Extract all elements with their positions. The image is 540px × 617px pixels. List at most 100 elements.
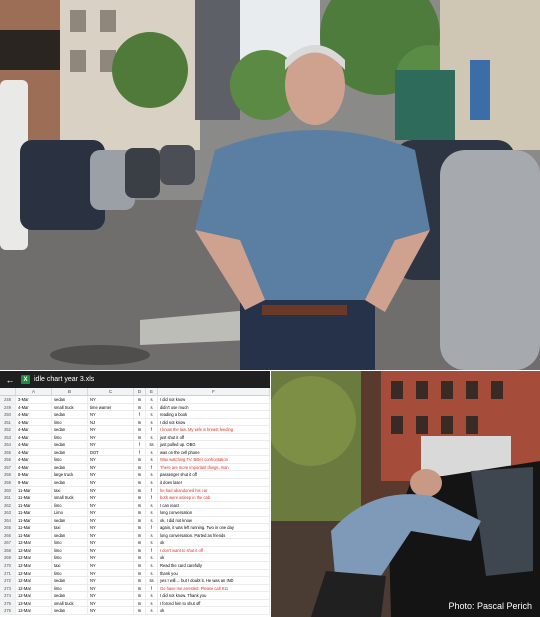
date-cell[interactable]: 9-Mar [16, 479, 52, 486]
plate-state-cell[interactable]: NY [88, 433, 134, 441]
table-row[interactable]: 266 11-Mar sedan NY m s long conversation. Par… [0, 531, 270, 540]
vehicle-type-cell[interactable]: sedan [52, 531, 88, 539]
comment-cell[interactable]: long conversation [158, 509, 270, 516]
plate-state-cell[interactable]: NY [88, 463, 134, 471]
outcome-cell[interactable]: s [146, 516, 158, 524]
vehicle-type-cell[interactable]: taxi [52, 486, 88, 494]
table-row[interactable]: 251 4-Mar limo NJ m s I did not know [0, 418, 270, 427]
date-cell[interactable]: 4-Mar [16, 411, 52, 418]
comment-cell[interactable]: thank you [158, 569, 270, 577]
comment-cell[interactable]: reading a book [158, 411, 270, 418]
outcome-cell[interactable]: f [146, 426, 158, 433]
date-cell[interactable]: 11-Mar [16, 494, 52, 501]
column-header-e[interactable]: E [146, 388, 158, 395]
row-number-cell[interactable]: 270 [0, 562, 16, 569]
vehicle-type-cell[interactable]: sedan [52, 463, 88, 471]
gender-cell[interactable]: m [134, 471, 146, 479]
plate-state-cell[interactable]: NY [88, 426, 134, 433]
date-cell[interactable]: 11-Mar [16, 524, 52, 531]
plate-state-cell[interactable]: NY [88, 577, 134, 584]
plate-state-cell[interactable]: NY [88, 479, 134, 486]
plate-state-cell[interactable]: NY [88, 539, 134, 546]
outcome-cell[interactable]: s [146, 531, 158, 539]
outcome-cell[interactable]: s [146, 554, 158, 562]
comment-cell[interactable]: just shut it off [158, 433, 270, 441]
column-header-a[interactable]: A [16, 388, 52, 395]
table-row[interactable]: 259 9-Mar sedan NY m s it does laser [0, 479, 270, 487]
date-cell[interactable]: 4-Mar [16, 418, 52, 426]
gender-cell[interactable]: m [134, 584, 146, 592]
vehicle-type-cell[interactable]: sedan [52, 479, 88, 486]
date-cell[interactable]: 4-Mar [16, 441, 52, 448]
outcome-cell[interactable]: s [146, 396, 158, 403]
outcome-cell[interactable]: ss [146, 441, 158, 448]
gender-cell[interactable]: m [134, 554, 146, 562]
comment-cell[interactable]: just pulled up. OBG [158, 441, 270, 448]
plate-state-cell[interactable]: NY [88, 562, 134, 569]
date-cell[interactable]: 12-Mar [16, 554, 52, 562]
gender-cell[interactable]: m [134, 546, 146, 554]
table-row[interactable]: 275 13-Mar small truck NY m s I forced him to … [0, 599, 270, 608]
date-cell[interactable]: 11-Mar [16, 509, 52, 516]
row-number-cell[interactable]: 264 [0, 516, 16, 524]
table-row[interactable]: 256 4-Mar limo NY m s Was watching TV. Bitter … [0, 456, 270, 464]
plate-state-cell[interactable]: NY [88, 441, 134, 448]
table-row[interactable]: 273 12-Mar limo NY m f Go have me arrested. Pl… [0, 584, 270, 593]
vehicle-type-cell[interactable]: limo [52, 546, 88, 554]
comment-cell[interactable]: I did not know [158, 418, 270, 426]
plate-state-cell[interactable]: NY [88, 569, 134, 577]
row-number-cell[interactable]: 253 [0, 433, 16, 441]
row-number-cell[interactable]: 259 [0, 479, 16, 486]
outcome-cell[interactable]: s [146, 479, 158, 486]
gender-cell[interactable]: m [134, 524, 146, 531]
row-number-cell[interactable]: 252 [0, 426, 16, 433]
outcome-cell[interactable]: s [146, 456, 158, 463]
table-row[interactable]: 248 3-Mar sedan NY m s I did not know [0, 396, 270, 404]
comment-cell[interactable]: ok [158, 607, 270, 614]
vehicle-type-cell[interactable]: sedan [52, 448, 88, 456]
row-number-cell[interactable]: 273 [0, 584, 16, 592]
vehicle-type-cell[interactable]: limo [52, 584, 88, 592]
gender-cell[interactable]: m [134, 426, 146, 433]
date-cell[interactable]: 11-Mar [16, 516, 52, 524]
vehicle-type-cell[interactable]: limo [52, 539, 88, 546]
table-row[interactable]: 267 12-Mar limo NY m s ok [0, 539, 270, 547]
row-number-cell[interactable]: 254 [0, 441, 16, 448]
outcome-cell[interactable]: s [146, 562, 158, 569]
date-cell[interactable]: 12-Mar [16, 562, 52, 569]
comment-cell[interactable]: I can react [158, 501, 270, 509]
table-row[interactable]: 272 12-Mar sedan NY m ss yes I will.... but I … [0, 577, 270, 585]
outcome-cell[interactable]: f [146, 494, 158, 501]
table-row[interactable]: 261 11-Mar small truck NY m f both were asleep… [0, 494, 270, 502]
comment-cell[interactable]: was on the cell phone [158, 448, 270, 456]
plate-state-cell[interactable]: NY [88, 592, 134, 599]
table-row[interactable]: 263 11-Mar Limo NY m s long conversation [0, 509, 270, 517]
vehicle-type-cell[interactable]: Limo [52, 509, 88, 516]
table-row[interactable]: 265 11-Mar taxi NY m f again, it was left runn… [0, 524, 270, 532]
date-cell[interactable]: 4-Mar [16, 456, 52, 463]
vehicle-type-cell[interactable]: sedan [52, 411, 88, 418]
table-row[interactable]: 270 12-Mar taxi NY m s Read the card carefully [0, 562, 270, 570]
plate-state-cell[interactable]: time warner [88, 403, 134, 411]
row-number-cell[interactable]: 260 [0, 486, 16, 494]
outcome-cell[interactable]: s [146, 592, 158, 599]
vehicle-type-cell[interactable]: sedan [52, 607, 88, 614]
table-row[interactable]: 249 4-Mar small truck time warner m s didn't u… [0, 403, 270, 412]
date-cell[interactable]: 4-Mar [16, 426, 52, 433]
table-row[interactable]: 269 12-Mar limo NY m s ok [0, 554, 270, 563]
outcome-cell[interactable]: f [146, 524, 158, 531]
vehicle-type-cell[interactable]: limo [52, 501, 88, 509]
date-cell[interactable]: 11-Mar [16, 501, 52, 509]
corner-cell[interactable] [0, 388, 16, 395]
row-number-cell[interactable]: 262 [0, 501, 16, 509]
outcome-cell[interactable]: s [146, 433, 158, 441]
plate-state-cell[interactable]: NY [88, 554, 134, 562]
comment-cell[interactable]: I forced him to shut off [158, 599, 270, 607]
plate-state-cell[interactable]: NY [88, 411, 134, 418]
comment-cell[interactable]: Was watching TV. Bitter confrontation [158, 456, 270, 463]
gender-cell[interactable]: m [134, 479, 146, 486]
gender-cell[interactable]: m [134, 463, 146, 471]
vehicle-type-cell[interactable]: small truck [52, 403, 88, 411]
gender-cell[interactable]: m [134, 531, 146, 539]
outcome-cell[interactable]: s [146, 471, 158, 479]
